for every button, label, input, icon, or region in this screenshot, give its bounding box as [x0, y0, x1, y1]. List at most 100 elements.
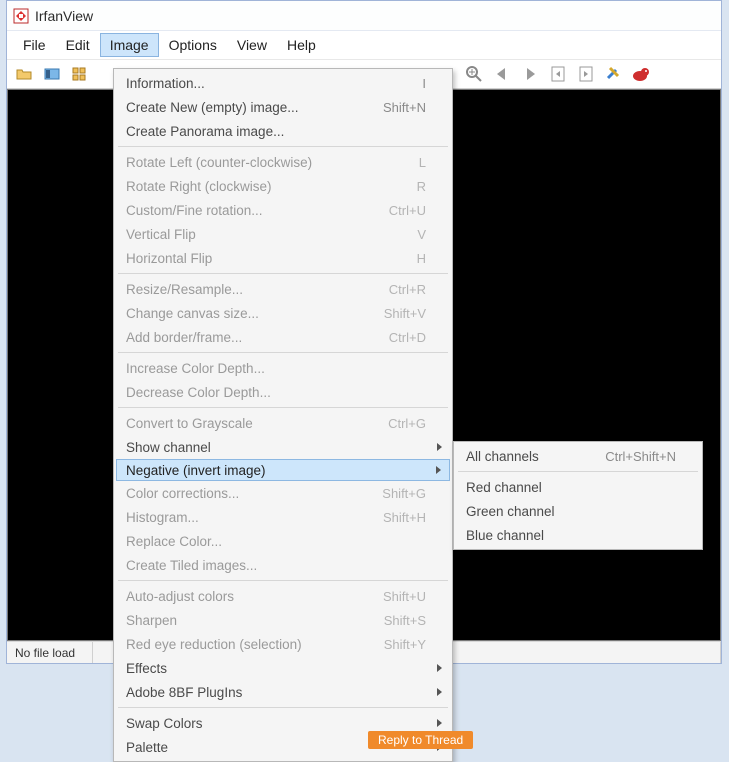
about-icon[interactable]: [631, 63, 653, 85]
status-file: No file load: [7, 642, 93, 663]
menu-item-accelerator: Shift+V: [356, 306, 426, 321]
menu-item-label: Information...: [126, 76, 356, 91]
app-title: IrfanView: [35, 8, 93, 24]
settings-icon[interactable]: [603, 63, 625, 85]
menu-item-replace-color: Replace Color...: [116, 529, 450, 553]
menu-item-label: Sharpen: [126, 613, 356, 628]
menu-item-decrease-color-depth: Decrease Color Depth...: [116, 380, 450, 404]
menu-item-label: Histogram...: [126, 510, 356, 525]
menu-item-label: Vertical Flip: [126, 227, 356, 242]
menu-item-label: Add border/frame...: [126, 330, 356, 345]
prev-icon[interactable]: [491, 63, 513, 85]
menu-item-add-border-frame: Add border/frame...Ctrl+D: [116, 325, 450, 349]
menu-item-horizontal-flip: Horizontal FlipH: [116, 246, 450, 270]
first-file-icon[interactable]: [547, 63, 569, 85]
submenu-all-channels[interactable]: All channels Ctrl+Shift+N: [456, 444, 700, 468]
menu-item-label: Increase Color Depth...: [126, 361, 426, 376]
menu-options[interactable]: Options: [159, 33, 227, 57]
submenu-arrow-icon: [437, 443, 442, 451]
menu-item-label: Replace Color...: [126, 534, 426, 549]
submenu-arrow-icon: [437, 664, 442, 672]
menu-file[interactable]: File: [13, 33, 56, 57]
menu-item-label: Change canvas size...: [126, 306, 356, 321]
menu-separator: [458, 471, 698, 472]
menu-view[interactable]: View: [227, 33, 277, 57]
menu-item-resize-resample: Resize/Resample...Ctrl+R: [116, 277, 450, 301]
reply-to-thread-button[interactable]: Reply to Thread: [368, 731, 473, 749]
menu-item-label: Resize/Resample...: [126, 282, 356, 297]
submenu-arrow-icon: [436, 466, 441, 474]
menu-item-label: Swap Colors: [126, 716, 426, 731]
menu-item-label: Rotate Left (counter-clockwise): [126, 155, 356, 170]
menu-item-label: Show channel: [126, 440, 426, 455]
menu-item-accelerator: Shift+N: [356, 100, 426, 115]
image-menu-dropdown: Information...ICreate New (empty) image.…: [113, 68, 453, 762]
menu-item-create-panorama-image[interactable]: Create Panorama image...: [116, 119, 450, 143]
next-icon[interactable]: [519, 63, 541, 85]
menu-item-auto-adjust-colors: Auto-adjust colorsShift+U: [116, 584, 450, 608]
menu-item-label: Color corrections...: [126, 486, 356, 501]
thumbnails-icon[interactable]: [69, 63, 91, 85]
zoom-in-icon[interactable]: [463, 63, 485, 85]
menu-separator: [118, 407, 448, 408]
menu-item-label: Create Panorama image...: [126, 124, 426, 139]
menu-item-label: Rotate Right (clockwise): [126, 179, 356, 194]
menu-item-color-corrections: Color corrections...Shift+G: [116, 481, 450, 505]
menu-item-label: Custom/Fine rotation...: [126, 203, 356, 218]
menu-separator: [118, 707, 448, 708]
menu-item-rotate-right-clockwise: Rotate Right (clockwise)R: [116, 174, 450, 198]
submenu-blue-channel[interactable]: Blue channel: [456, 523, 700, 547]
menu-item-label: Decrease Color Depth...: [126, 385, 426, 400]
submenu-green-channel[interactable]: Green channel: [456, 499, 700, 523]
menu-item-label: Red eye reduction (selection): [126, 637, 356, 652]
menu-item-label: Negative (invert image): [126, 463, 426, 478]
open-icon[interactable]: [13, 63, 35, 85]
menu-item-accelerator: Shift+G: [356, 486, 426, 501]
menu-item-label: Create New (empty) image...: [126, 100, 356, 115]
menu-item-accelerator: Ctrl+D: [356, 330, 426, 345]
menu-help[interactable]: Help: [277, 33, 326, 57]
menu-item-histogram: Histogram...Shift+H: [116, 505, 450, 529]
menu-item-create-new-empty-image[interactable]: Create New (empty) image...Shift+N: [116, 95, 450, 119]
menu-item-accelerator: R: [356, 179, 426, 194]
menu-separator: [118, 146, 448, 147]
menu-item-effects[interactable]: Effects: [116, 656, 450, 680]
menu-bar: File Edit Image Options View Help: [7, 31, 721, 59]
submenu-red-channel[interactable]: Red channel: [456, 475, 700, 499]
submenu-arrow-icon: [437, 688, 442, 696]
menu-item-accelerator: Shift+H: [356, 510, 426, 525]
menu-item-accelerator: Ctrl+G: [356, 416, 426, 431]
menu-item-accelerator: I: [356, 76, 426, 91]
menu-edit[interactable]: Edit: [56, 33, 100, 57]
menu-item-label: Auto-adjust colors: [126, 589, 356, 604]
menu-item-accelerator: Shift+S: [356, 613, 426, 628]
slideshow-icon[interactable]: [41, 63, 63, 85]
last-file-icon[interactable]: [575, 63, 597, 85]
menu-separator: [118, 580, 448, 581]
menu-item-label: Adobe 8BF PlugIns: [126, 685, 426, 700]
menu-item-sharpen: SharpenShift+S: [116, 608, 450, 632]
menu-item-adobe-8bf-plugins[interactable]: Adobe 8BF PlugIns: [116, 680, 450, 704]
menu-item-vertical-flip: Vertical FlipV: [116, 222, 450, 246]
menu-item-accelerator: Shift+Y: [356, 637, 426, 652]
menu-item-accelerator: Ctrl+U: [356, 203, 426, 218]
menu-item-accelerator: V: [356, 227, 426, 242]
menu-item-accelerator: Shift+U: [356, 589, 426, 604]
submenu-arrow-icon: [437, 719, 442, 727]
menu-separator: [118, 352, 448, 353]
menu-item-label: Create Tiled images...: [126, 558, 426, 573]
menu-item-negative-invert-image[interactable]: Negative (invert image): [116, 459, 450, 481]
menu-item-accelerator: L: [356, 155, 426, 170]
menu-item-information[interactable]: Information...I: [116, 71, 450, 95]
menu-item-create-tiled-images: Create Tiled images...: [116, 553, 450, 577]
menu-item-show-channel[interactable]: Show channel: [116, 435, 450, 459]
menu-separator: [118, 273, 448, 274]
menu-item-accelerator: H: [356, 251, 426, 266]
menu-item-convert-to-grayscale: Convert to GrayscaleCtrl+G: [116, 411, 450, 435]
menu-item-label: Convert to Grayscale: [126, 416, 356, 431]
menu-item-accelerator: Ctrl+R: [356, 282, 426, 297]
menu-item-label: Effects: [126, 661, 426, 676]
menu-image[interactable]: Image: [100, 33, 159, 57]
menu-item-red-eye-reduction-selection: Red eye reduction (selection)Shift+Y: [116, 632, 450, 656]
menu-item-increase-color-depth: Increase Color Depth...: [116, 356, 450, 380]
